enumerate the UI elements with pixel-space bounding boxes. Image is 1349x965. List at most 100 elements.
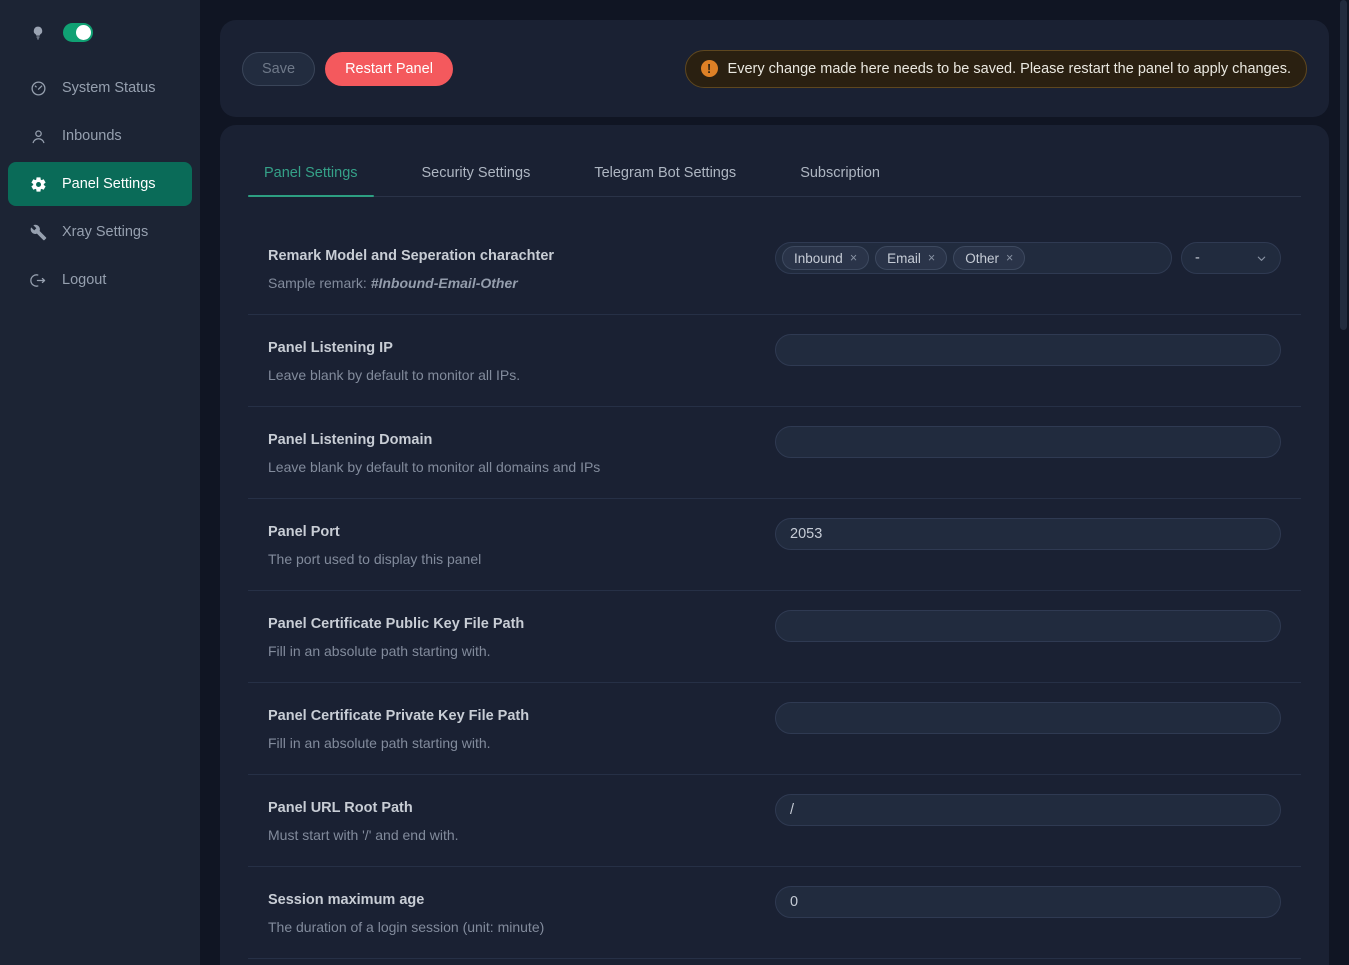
settings-card: Panel Settings Security Settings Telegra… (220, 125, 1329, 965)
row-label: Remark Model and Seperation charachter S… (248, 245, 736, 293)
sidebar-item-inbounds[interactable]: Inbounds (0, 112, 200, 160)
tag-label: Other (965, 251, 999, 266)
row-title: Remark Model and Seperation charachter (268, 245, 736, 267)
sidebar-item-label: Logout (62, 272, 106, 288)
sidebar-nav: System Status Inbounds Panel Settings (0, 64, 200, 304)
panel-listening-domain-input[interactable] (775, 426, 1281, 458)
sidebar-item-panel-settings[interactable]: Panel Settings (8, 162, 192, 206)
sidebar-item-system-status[interactable]: System Status (0, 64, 200, 112)
sidebar: System Status Inbounds Panel Settings (0, 0, 200, 965)
row-description: The duration of a login session (unit: m… (268, 917, 736, 937)
sidebar-item-label: Xray Settings (62, 224, 148, 240)
tag-label: Email (887, 251, 921, 266)
tab-subscription[interactable]: Subscription (784, 165, 896, 196)
url-root-path-input[interactable] (775, 794, 1281, 826)
tab-security-settings[interactable]: Security Settings (406, 165, 547, 196)
desc-prefix: Sample remark: (268, 275, 371, 291)
warning-icon: ! (701, 60, 718, 77)
tab-telegram-bot-settings[interactable]: Telegram Bot Settings (578, 165, 752, 196)
form-row-cert-public-key: Panel Certificate Public Key File Path F… (248, 591, 1301, 683)
form-row-panel-port: Panel Port The port used to display this… (248, 499, 1301, 591)
row-title: Panel Listening Domain (268, 429, 736, 451)
row-title: Panel Listening IP (268, 337, 736, 359)
separator-select[interactable]: - (1181, 242, 1281, 274)
tag-label: Inbound (794, 251, 843, 266)
tag-inbound: Inbound × (782, 246, 869, 270)
row-title: Panel Certificate Private Key File Path (268, 705, 736, 727)
cert-public-key-path-input[interactable] (775, 610, 1281, 642)
save-warning-alert: ! Every change made here needs to be sav… (685, 50, 1307, 88)
form-row-partial (248, 959, 1301, 965)
row-control (775, 610, 1281, 642)
select-value: - (1195, 250, 1200, 266)
lightbulb-icon (30, 25, 46, 41)
row-description: Must start with '/' and end with. (268, 825, 736, 845)
row-label: Panel Listening IP Leave blank by defaul… (248, 337, 736, 385)
row-title: Panel URL Root Path (268, 797, 736, 819)
wrench-icon (30, 224, 47, 241)
theme-toggle-row (0, 0, 200, 56)
sidebar-item-label: Inbounds (62, 128, 122, 144)
tag-close-icon[interactable]: × (1006, 252, 1013, 265)
sidebar-item-logout[interactable]: Logout (0, 256, 200, 304)
row-control (775, 702, 1281, 734)
row-label: Session maximum age The duration of a lo… (248, 889, 736, 937)
row-description: Fill in an absolute path starting with. (268, 641, 736, 661)
row-title: Panel Port (268, 521, 736, 543)
tag-close-icon[interactable]: × (850, 252, 857, 265)
form-row-remark-model: Remark Model and Seperation charachter S… (248, 223, 1301, 315)
row-description: The port used to display this panel (268, 549, 736, 569)
panel-listening-ip-input[interactable] (775, 334, 1281, 366)
row-label: Panel URL Root Path Must start with '/' … (248, 797, 736, 845)
cert-private-key-path-input[interactable] (775, 702, 1281, 734)
row-control (775, 334, 1281, 366)
row-description: Sample remark: #Inbound-Email-Other (268, 273, 736, 293)
dark-mode-toggle[interactable] (63, 23, 93, 42)
row-label: Panel Listening Domain Leave blank by de… (248, 429, 736, 477)
user-icon (30, 128, 47, 145)
panel-port-input[interactable] (775, 518, 1281, 550)
toggle-knob (76, 25, 91, 40)
save-button[interactable]: Save (242, 52, 315, 86)
row-description: Leave blank by default to monitor all IP… (268, 365, 736, 385)
form-row-session-max-age: Session maximum age The duration of a lo… (248, 867, 1301, 959)
tag-email: Email × (875, 246, 947, 270)
row-control (775, 794, 1281, 826)
row-control (775, 518, 1281, 550)
row-control (775, 426, 1281, 458)
row-title: Session maximum age (268, 889, 736, 911)
gear-icon (30, 176, 47, 193)
form-row-cert-private-key: Panel Certificate Private Key File Path … (248, 683, 1301, 775)
form-row-panel-listening-ip: Panel Listening IP Leave blank by defaul… (248, 315, 1301, 407)
toolbar-card: Save Restart Panel ! Every change made h… (220, 20, 1329, 117)
chevron-down-icon (1256, 253, 1267, 264)
sidebar-item-label: System Status (62, 80, 155, 96)
remark-model-tags-input[interactable]: Inbound × Email × Other × (775, 242, 1172, 274)
main-content: Save Restart Panel ! Every change made h… (200, 0, 1349, 965)
page-scrollbar[interactable] (1340, 0, 1347, 330)
settings-form: Remark Model and Seperation charachter S… (248, 223, 1301, 965)
row-label: Panel Certificate Public Key File Path F… (248, 613, 736, 661)
row-description: Fill in an absolute path starting with. (268, 733, 736, 753)
alert-text: Every change made here needs to be saved… (728, 61, 1291, 77)
row-title: Panel Certificate Public Key File Path (268, 613, 736, 635)
sidebar-item-xray-settings[interactable]: Xray Settings (0, 208, 200, 256)
form-row-panel-listening-domain: Panel Listening Domain Leave blank by de… (248, 407, 1301, 499)
row-label: Panel Certificate Private Key File Path … (248, 705, 736, 753)
dashboard-icon (30, 80, 47, 97)
tab-panel-settings[interactable]: Panel Settings (248, 165, 374, 196)
row-label: Panel Port The port used to display this… (248, 521, 736, 569)
toolbar-buttons: Save Restart Panel (242, 52, 453, 86)
row-description: Leave blank by default to monitor all do… (268, 457, 736, 477)
tag-other: Other × (953, 246, 1025, 270)
tag-close-icon[interactable]: × (928, 252, 935, 265)
sample-remark-text: #Inbound-Email-Other (371, 275, 518, 291)
row-control: Inbound × Email × Other × - (775, 242, 1281, 274)
settings-tabs: Panel Settings Security Settings Telegra… (248, 165, 1301, 197)
row-control (775, 886, 1281, 918)
logout-icon (30, 272, 47, 289)
session-max-age-input[interactable] (775, 886, 1281, 918)
restart-panel-button[interactable]: Restart Panel (325, 52, 453, 86)
sidebar-item-label: Panel Settings (62, 176, 156, 192)
form-row-url-root-path: Panel URL Root Path Must start with '/' … (248, 775, 1301, 867)
